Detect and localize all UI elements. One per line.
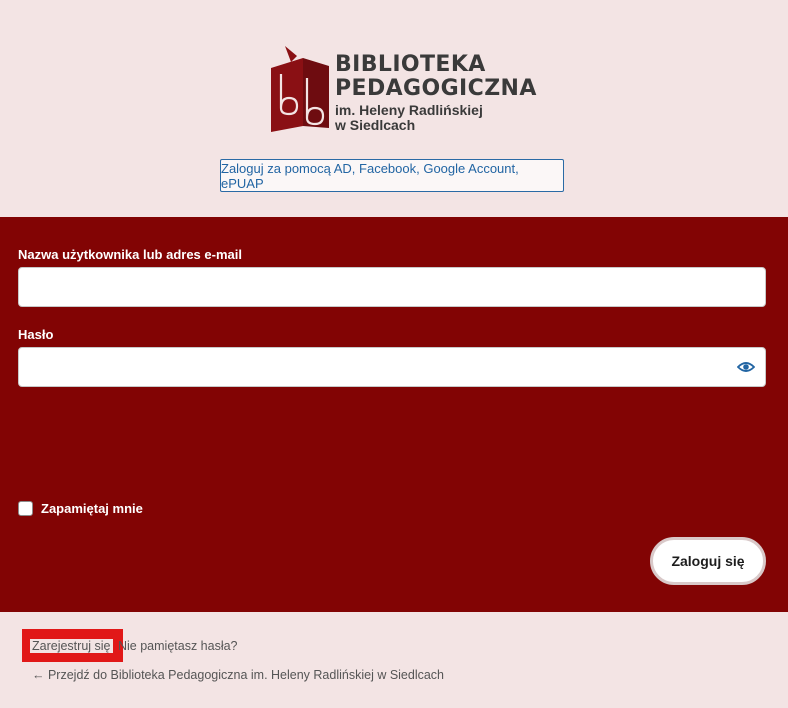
- logo-title-line2: PEDAGOGICZNA: [335, 76, 537, 101]
- remember-me[interactable]: Zapamiętaj mnie: [18, 501, 143, 516]
- password-label: Hasło: [18, 327, 54, 342]
- logo-text: BIBLIOTEKA PEDAGOGICZNA im. Heleny Radli…: [335, 46, 537, 133]
- login-submit-button[interactable]: Zaloguj się: [650, 537, 766, 585]
- logo-title-line1: BIBLIOTEKA: [335, 52, 486, 77]
- show-password-eye-icon[interactable]: [737, 360, 755, 374]
- username-label: Nazwa użytkownika lub adres e-mail: [18, 247, 242, 262]
- sso-login-button[interactable]: Zaloguj za pomocą AD, Facebook, Google A…: [220, 159, 564, 192]
- remember-me-label: Zapamiętaj mnie: [41, 501, 143, 516]
- password-input[interactable]: [18, 347, 766, 387]
- remember-me-checkbox[interactable]: [18, 501, 33, 516]
- back-to-site-link[interactable]: ← Przejdź do Biblioteka Pedagogiczna im.…: [32, 668, 444, 682]
- logo: BIBLIOTEKA PEDAGOGICZNA im. Heleny Radli…: [267, 46, 537, 132]
- username-input[interactable]: [18, 267, 766, 307]
- forgot-password-link[interactable]: Nie pamiętasz hasła?: [118, 639, 238, 653]
- logo-subtitle-line1: im. Heleny Radlińskiej: [335, 102, 483, 118]
- register-link[interactable]: Zarejestruj się: [30, 639, 113, 653]
- library-book-logo-icon: [271, 46, 329, 132]
- logo-subtitle-line2: w Siedlcach: [335, 117, 416, 133]
- login-form-panel: Nazwa użytkownika lub adres e-mail Hasło…: [0, 217, 788, 612]
